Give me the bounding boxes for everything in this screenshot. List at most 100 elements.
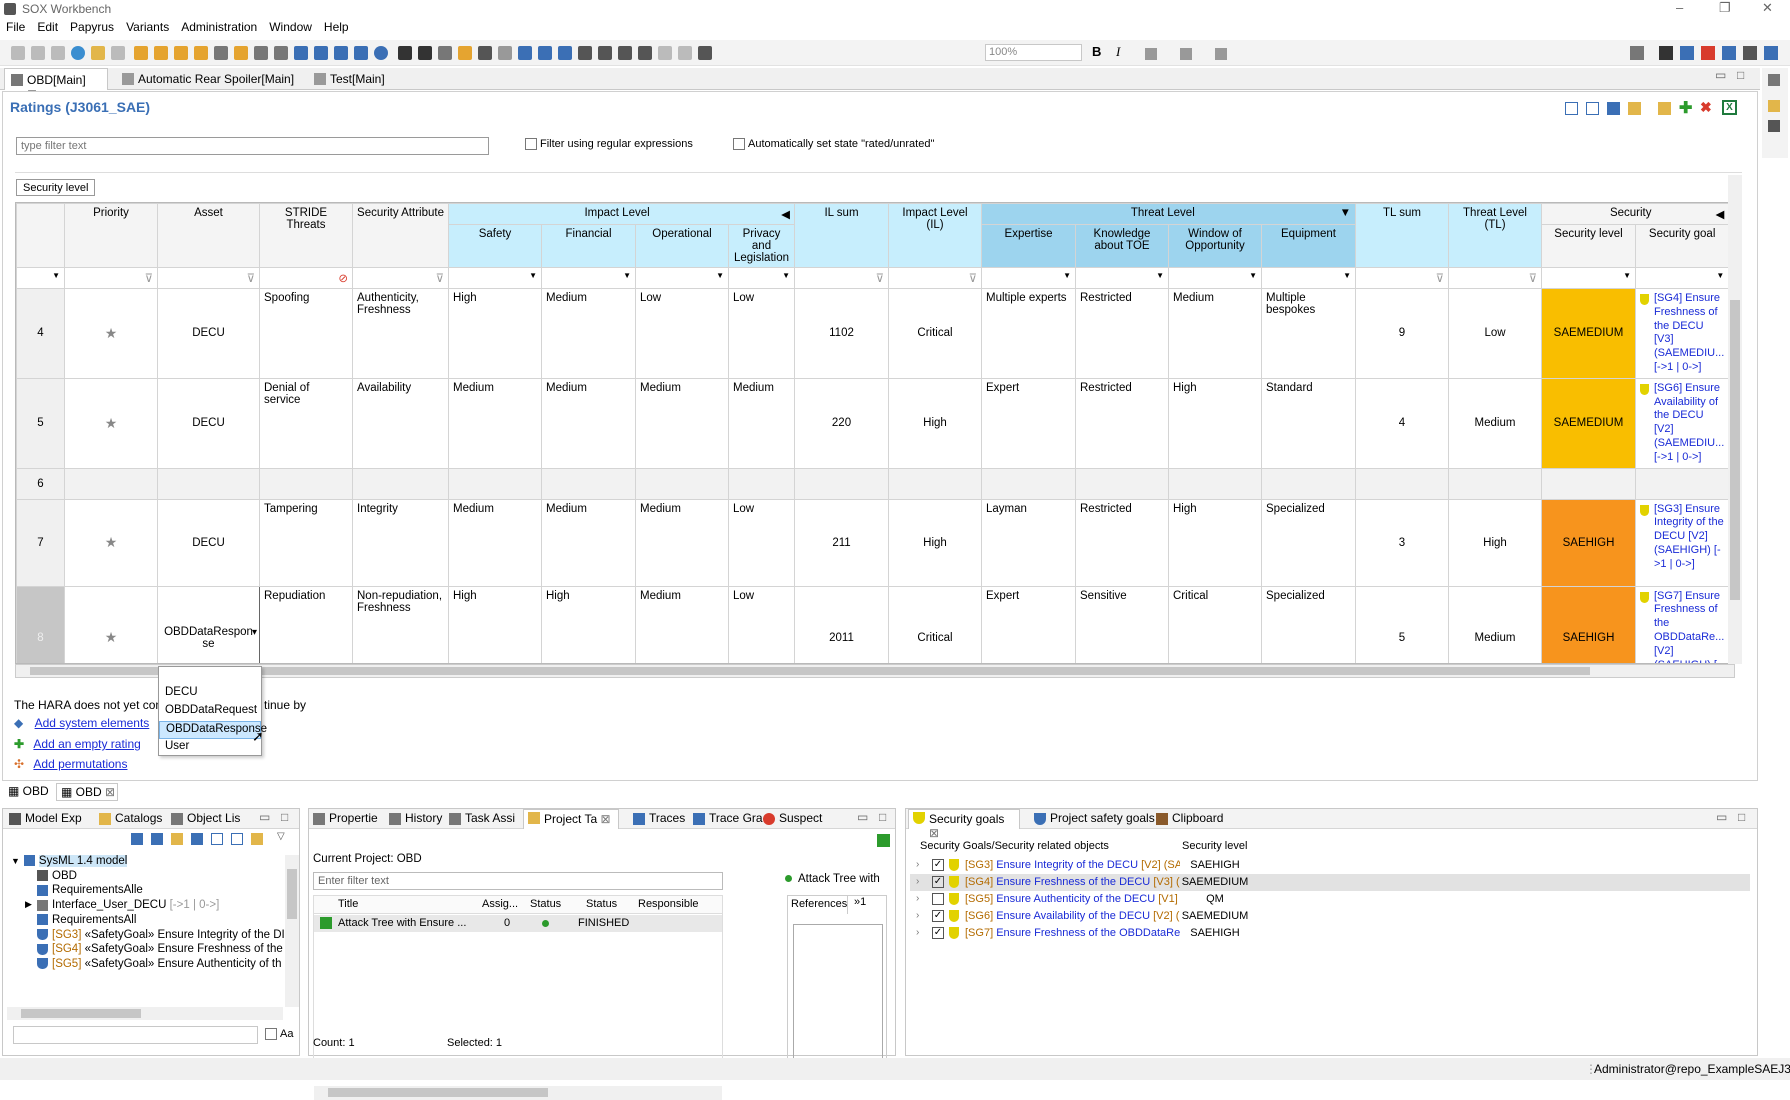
filter-cell[interactable]: ⊽ — [1448, 267, 1542, 289]
cell-attr[interactable]: Availability — [352, 377, 449, 469]
minimize-editor-icon[interactable]: ▭ — [1715, 68, 1726, 82]
case-sensitive-checkbox[interactable]: Aa — [265, 1028, 293, 1041]
scroll-thumb[interactable] — [328, 1088, 548, 1097]
empty-cell[interactable] — [541, 467, 636, 500]
filter-cell[interactable]: ⊽ — [1355, 267, 1449, 289]
help-icon[interactable] — [374, 46, 389, 60]
cell-ilsum[interactable]: 220 — [794, 377, 889, 469]
filter-cell[interactable]: ⊽ — [157, 267, 260, 289]
tab-trace-graph[interactable]: Trace Gra — [693, 811, 763, 825]
explorer-search-input[interactable] — [13, 1026, 258, 1044]
filter-cell[interactable]: ⊽ — [888, 267, 982, 289]
save-all-icon[interactable] — [51, 46, 65, 60]
goal-checkbox[interactable]: ✓ — [932, 910, 944, 922]
header-knowledge-toe[interactable]: Knowledge about TOE — [1075, 224, 1169, 268]
cell-security-goal[interactable]: [SG3] Ensure Integrity of the DECU [V2] … — [1634, 498, 1730, 587]
cell-safety[interactable]: Medium — [448, 377, 542, 469]
cell-financial[interactable]: High — [541, 585, 636, 663]
expand-arrow-icon[interactable]: › — [916, 876, 919, 887]
header-il-sum[interactable]: IL sum — [794, 203, 889, 268]
column-status[interactable]: Status — [586, 898, 617, 910]
tab-test-main[interactable]: Test[Main] — [308, 68, 388, 90]
goal-checkbox[interactable]: ✓ — [932, 859, 944, 871]
cell-ilsum[interactable]: 1102 — [794, 288, 889, 379]
filter-cell[interactable]: ▼ — [1261, 267, 1356, 289]
cell-toe[interactable]: Restricted — [1075, 288, 1169, 379]
filter-cell[interactable]: ▼ — [981, 267, 1076, 289]
cell-stride[interactable]: Tampering — [259, 498, 353, 587]
globe-icon[interactable] — [354, 46, 369, 60]
row-number[interactable]: 4 — [16, 288, 65, 379]
header-equipment[interactable]: Equipment — [1261, 224, 1356, 268]
close-tab-icon[interactable]: ⊠ — [600, 812, 610, 826]
dropdown-option-obddataresponse[interactable]: OBDDataResponse — [159, 721, 267, 739]
tab-history[interactable]: History — [389, 811, 442, 825]
tree-node[interactable]: [SG5] «SafetyGoal» Ensure Authenticity o… — [37, 958, 282, 970]
select-icon[interactable] — [517, 46, 532, 60]
priority-star-icon[interactable]: ★ — [64, 585, 158, 663]
expand-arrow-icon[interactable]: › — [916, 910, 919, 921]
cell-operational[interactable]: Low — [635, 288, 729, 379]
tab-catalogs[interactable]: Catalogs — [99, 811, 162, 825]
asset-dropdown-list[interactable]: DECU OBDDataRequest OBDDataResponse User — [158, 666, 267, 757]
empty-cell[interactable] — [64, 467, 158, 500]
model-tool-icon[interactable] — [171, 833, 183, 845]
header-impact-level[interactable]: Impact Level (IL) — [888, 203, 982, 268]
restore-icon[interactable]: ❐ — [1719, 0, 1731, 16]
table-icon[interactable] — [334, 46, 349, 60]
cell-equipment[interactable]: Specialized — [1261, 498, 1356, 587]
dropdown-option-user[interactable]: User — [159, 739, 261, 757]
cell-security-goal[interactable]: [SG6] Ensure Availability of the DECU [V… — [1634, 377, 1730, 469]
zoom-fit-icon[interactable] — [697, 46, 712, 60]
security-level-badge[interactable]: SAEMEDIUM — [1541, 377, 1636, 469]
fill-color-button[interactable] — [1180, 48, 1192, 60]
collapse-all-icon[interactable] — [231, 833, 243, 845]
snap-icon[interactable] — [657, 46, 672, 60]
cut-icon[interactable] — [214, 46, 229, 60]
group-security[interactable]: Security ◀ — [1540, 203, 1730, 225]
cell-tl[interactable]: Low — [1448, 288, 1542, 379]
empty-cell[interactable] — [1075, 467, 1169, 500]
menu-window[interactable]: Window — [263, 18, 318, 36]
table-row[interactable]: Attack Tree with Ensure ... 0 FINISHED — [314, 915, 722, 932]
column-assigned[interactable]: Assig... — [482, 898, 518, 910]
security-level-badge[interactable]: SAEHIGH — [1541, 585, 1636, 663]
cell-financial[interactable]: Medium — [541, 288, 636, 379]
scroll-thumb[interactable] — [30, 667, 1590, 675]
header-stride[interactable]: STRIDE Threats — [259, 203, 353, 268]
cell-asset[interactable]: DECU — [157, 288, 260, 379]
header-financial[interactable]: Financial — [541, 224, 636, 268]
table-row[interactable]: 4 ★ DECU Spoofing Authenticity, Freshness Hig… — [16, 288, 1730, 379]
expand-icon[interactable] — [1565, 102, 1578, 115]
security-goal-link[interactable]: [SG3] Ensure Integrity of the DECU [V2] … — [1640, 503, 1724, 572]
cell-financial[interactable]: Medium — [541, 377, 636, 469]
open-folder-icon[interactable] — [294, 46, 309, 60]
copy-icon[interactable] — [497, 46, 512, 60]
minimize-icon[interactable]: ▭ — [259, 810, 270, 824]
goal-link[interactable]: Ensure Authenticity of the DECU — [996, 893, 1155, 905]
empty-cell[interactable] — [635, 467, 729, 500]
task-filter-input[interactable]: Enter filter text — [313, 872, 723, 890]
tab-clipboard[interactable]: Clipboard — [1156, 811, 1223, 825]
expand-group-icon[interactable]: ▼ — [1340, 207, 1351, 219]
menu-administration[interactable]: Administration — [175, 18, 263, 36]
expand-all-icon[interactable] — [211, 833, 223, 845]
filter-cell[interactable]: ▼ — [728, 267, 795, 289]
brush-icon[interactable] — [274, 46, 289, 60]
hand-icon[interactable] — [597, 46, 612, 60]
scroll-thumb[interactable] — [1730, 300, 1740, 600]
empty-cell[interactable] — [157, 467, 260, 500]
align-icon[interactable] — [537, 46, 552, 60]
font-color-button[interactable] — [1145, 48, 1157, 60]
filter-icon[interactable] — [234, 46, 249, 60]
menu-edit[interactable]: Edit — [31, 18, 64, 36]
empty-cell[interactable] — [728, 467, 795, 500]
table-horizontal-scrollbar[interactable] — [15, 664, 1735, 678]
cell-il[interactable]: Critical — [888, 288, 982, 379]
filter-cell[interactable]: ⊽ — [794, 267, 889, 289]
combo-arrow-icon[interactable]: ▾ — [252, 627, 257, 638]
tree-node[interactable]: [SG4] «SafetyGoal» Ensure Freshness of t… — [37, 943, 289, 955]
goal-link[interactable]: Ensure Freshness of the OBDDataRespor — [996, 927, 1180, 939]
cell-operational[interactable]: Medium — [635, 377, 729, 469]
distribute-icon[interactable] — [557, 46, 572, 60]
